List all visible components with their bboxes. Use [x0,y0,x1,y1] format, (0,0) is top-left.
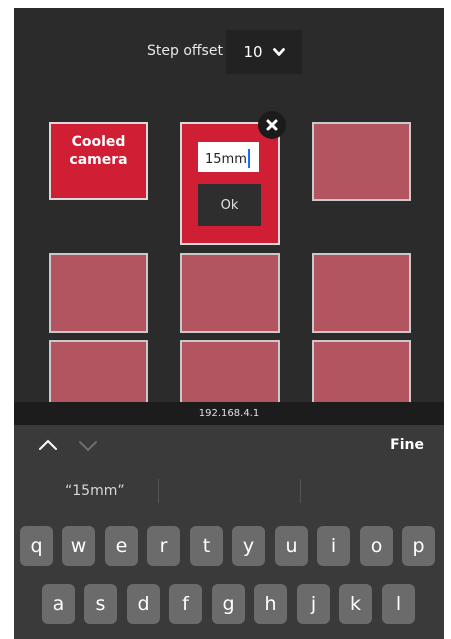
cell-name-input-value: 15mm [205,152,247,167]
suggestion-divider [158,479,159,503]
key-s[interactable]: s [84,584,117,624]
grid-cell-cooled-camera[interactable]: Cooled camera [49,122,148,200]
cell-label: Cooled camera [69,134,128,168]
grid-cell[interactable] [180,253,280,333]
close-icon[interactable] [258,111,286,139]
chevron-up-icon[interactable] [36,433,60,457]
key-l[interactable]: l [382,584,415,624]
key-i[interactable]: i [317,526,350,566]
ok-button[interactable]: Ok [198,184,261,226]
key-g[interactable]: g [212,584,245,624]
step-offset-value: 10 [243,43,263,61]
key-o[interactable]: o [360,526,393,566]
ip-address-bar: 192.168.4.1 [14,402,444,425]
key-e[interactable]: e [105,526,138,566]
grid-cell[interactable] [312,122,411,201]
suggestion-divider [300,479,301,503]
key-r[interactable]: r [147,526,180,566]
key-y[interactable]: y [232,526,265,566]
grid-cell[interactable] [312,340,411,410]
key-q[interactable]: q [20,526,53,566]
step-offset-label: Step offset [147,43,223,59]
grid-cell[interactable] [49,253,148,333]
key-a[interactable]: a [42,584,75,624]
key-d[interactable]: d [127,584,160,624]
key-u[interactable]: u [275,526,308,566]
key-h[interactable]: h [254,584,287,624]
key-j[interactable]: j [297,584,330,624]
step-offset-select[interactable]: 10 [226,30,302,74]
chevron-down-icon [272,47,285,56]
chevron-down-icon[interactable] [76,433,100,457]
key-w[interactable]: w [62,526,95,566]
app-screen: Step offset 10 Cooled camera 15mm Ok 192… [14,8,444,639]
key-t[interactable]: t [190,526,223,566]
text-caret [247,149,250,168]
grid-cell-editing[interactable]: 15mm Ok [180,122,280,245]
done-button[interactable]: Fine [390,437,424,453]
onscreen-keyboard: q w e r t y u i o p a s d f g h j k l [14,517,444,639]
grid-cell[interactable] [180,340,280,410]
keyboard-accessory-bar: Fine [14,425,444,467]
key-p[interactable]: p [402,526,435,566]
grid-cell[interactable] [49,340,148,410]
grid-cell[interactable] [312,253,411,333]
suggestion-bar: “15mm” [14,467,444,517]
key-k[interactable]: k [339,584,372,624]
cell-name-input[interactable]: 15mm [198,142,259,172]
suggestion-item[interactable]: “15mm” [65,483,125,499]
key-f[interactable]: f [169,584,202,624]
